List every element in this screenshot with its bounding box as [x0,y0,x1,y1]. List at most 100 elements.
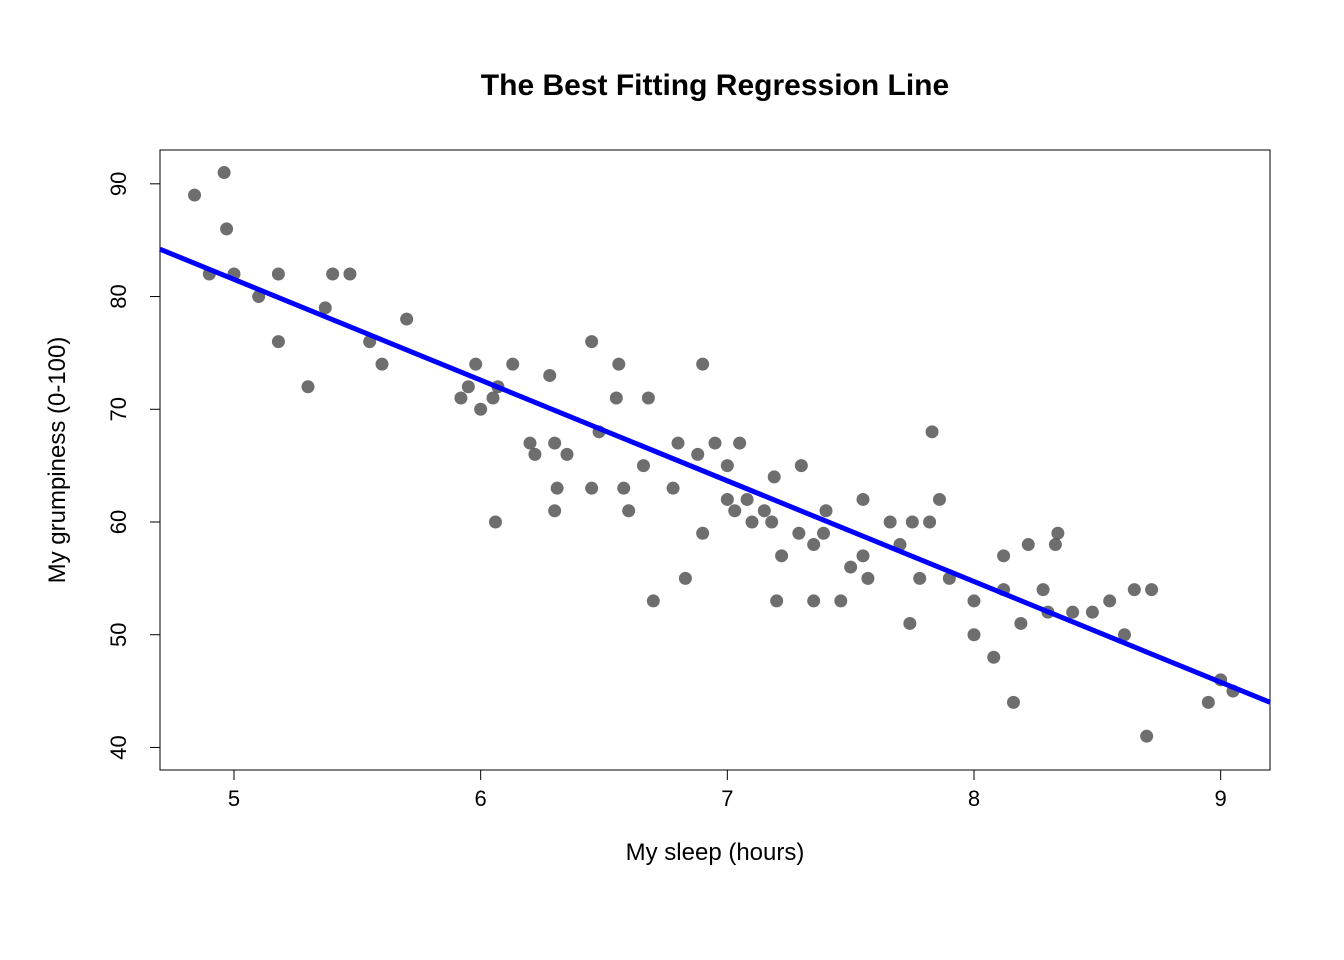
data-point [272,268,285,281]
data-point [585,482,598,495]
data-point [543,369,556,382]
y-tick-label: 40 [106,735,131,759]
y-tick-label: 90 [106,172,131,196]
x-axis-label: My sleep (hours) [626,839,805,866]
data-point [820,504,833,517]
data-point [1140,730,1153,743]
data-point [741,493,754,506]
data-point [548,504,561,517]
x-tick-label: 6 [475,786,487,811]
data-point [524,437,537,450]
data-point [923,516,936,529]
data-point [758,504,771,517]
data-point [400,313,413,326]
data-point [709,437,722,450]
data-point [462,380,475,393]
plot-border [160,150,1270,770]
regression-line [160,249,1270,702]
data-point [861,572,874,585]
y-axis: 40 50 60 70 80 90 [106,172,160,760]
data-point [1049,538,1062,551]
data-point [610,392,623,405]
y-tick-label: 60 [106,510,131,534]
data-point [721,459,734,472]
data-point [1066,606,1079,619]
data-point [721,493,734,506]
data-point [795,459,808,472]
data-point [487,392,500,405]
data-point [1051,527,1064,540]
data-point [672,437,685,450]
data-point [770,594,783,607]
data-point [506,358,519,371]
data-point [903,617,916,630]
data-point [728,504,741,517]
data-point [968,594,981,607]
y-axis-label: My grumpiness (0-100) [44,337,71,584]
data-point [528,448,541,461]
data-point [585,335,598,348]
data-point [474,403,487,416]
data-point [768,470,781,483]
data-point [834,594,847,607]
data-point [1202,696,1215,709]
data-point [807,594,820,607]
data-point [933,493,946,506]
data-point [637,459,650,472]
data-point [1103,594,1116,607]
scatter-points [188,166,1239,743]
y-tick-label: 50 [106,622,131,646]
data-point [733,437,746,450]
data-point [612,358,625,371]
data-point [561,448,574,461]
chart-title: The Best Fitting Regression Line [481,69,949,102]
data-point [1007,696,1020,709]
data-point [647,594,660,607]
data-point [746,516,759,529]
data-point [551,482,564,495]
data-point [343,268,356,281]
data-point [997,549,1010,562]
data-point [679,572,692,585]
data-point [1128,583,1141,596]
data-point [1086,606,1099,619]
data-point [926,425,939,438]
data-point [1145,583,1158,596]
data-point [302,380,315,393]
data-point [667,482,680,495]
data-point [220,222,233,235]
data-point [1022,538,1035,551]
y-tick-label: 70 [106,397,131,421]
data-point [376,358,389,371]
y-tick-label: 80 [106,284,131,308]
data-point [844,561,857,574]
data-point [884,516,897,529]
data-point [188,189,201,202]
x-tick-label: 5 [228,786,240,811]
data-point [968,628,981,641]
x-tick-label: 7 [721,786,733,811]
data-point [913,572,926,585]
data-point [857,549,870,562]
scatter-chart: The Best Fitting Regression Line 5 6 7 8 9 4… [0,0,1344,960]
chart-svg: The Best Fitting Regression Line 5 6 7 8 9 4… [0,0,1344,960]
data-point [775,549,788,562]
data-point [792,527,805,540]
data-point [617,482,630,495]
data-point [857,493,870,506]
data-point [807,538,820,551]
data-point [548,437,561,450]
data-point [489,516,502,529]
data-point [691,448,704,461]
data-point [906,516,919,529]
data-point [696,527,709,540]
data-point [642,392,655,405]
data-point [326,268,339,281]
data-point [454,392,467,405]
data-point [1037,583,1050,596]
data-point [987,651,1000,664]
data-point [696,358,709,371]
x-tick-label: 9 [1215,786,1227,811]
x-tick-label: 8 [968,786,980,811]
data-point [469,358,482,371]
